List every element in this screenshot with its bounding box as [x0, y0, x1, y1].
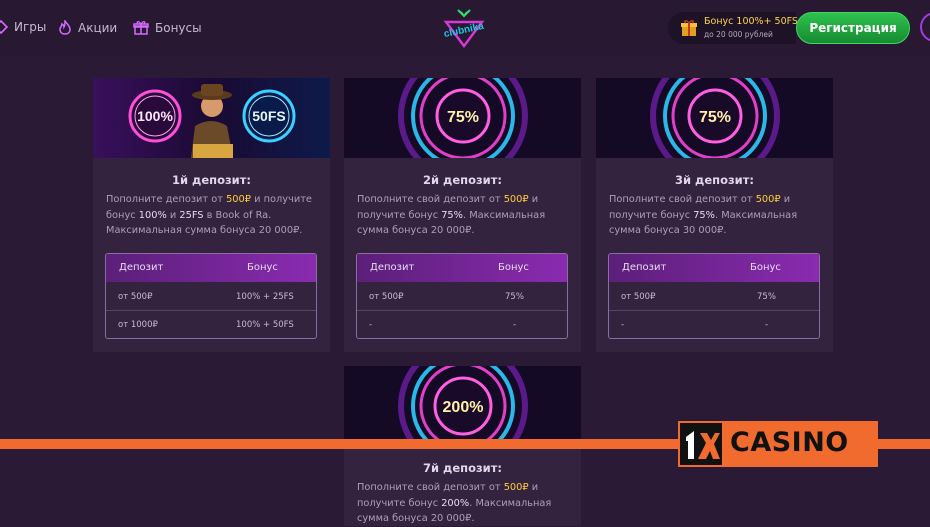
- nav-item-promotions-label: Акции: [78, 20, 118, 35]
- description-fragment: Пополните свой депозит от: [609, 194, 756, 205]
- logo-wordmark: clubnika: [443, 21, 485, 40]
- welcome-bonus-subtitle: до 20 000 рублей: [704, 30, 773, 39]
- table-cell-bonus: 75%: [757, 292, 776, 302]
- card-title-1: 1й депозит:: [171, 173, 251, 187]
- table-cell-bonus: 100% + 50FS: [236, 320, 294, 330]
- flame-icon: [58, 20, 72, 35]
- card-banner-2: 75%: [344, 78, 581, 158]
- card-description-1: Пополните депозит от 500₽ и получите бон…: [106, 192, 320, 239]
- column-header-deposit: Депозит: [370, 262, 415, 273]
- table-cell-deposit: от 500₽: [118, 292, 153, 302]
- card-banner-3: 75%: [596, 78, 833, 158]
- card-banner-7: 200%: [344, 366, 581, 446]
- table-cell-bonus: 100% + 25FS: [236, 292, 294, 302]
- description-fragment: 25FS: [179, 209, 204, 221]
- description-fragment: 100%: [138, 209, 167, 221]
- card-description-2: Пополните свой депозит от 500₽ и получит…: [357, 192, 571, 239]
- table-cell-deposit: от 500₽: [369, 292, 404, 302]
- banner-badge: 75%: [699, 109, 731, 126]
- deposit-card-2: 75% 2й депозит: Пополните свой депозит о…: [344, 78, 581, 352]
- description-fragment: и: [166, 209, 180, 221]
- table-cell-deposit: от 500₽: [621, 292, 656, 302]
- bonus-table-2: Депозит Бонус от 500₽ 75% - -: [356, 253, 568, 339]
- banner-badge-50fs: 50FS: [252, 108, 285, 124]
- clubnika-logo[interactable]: clubnika: [438, 8, 490, 48]
- description-fragment: Пополните свой депозит от: [357, 194, 504, 205]
- brand-logo-icon: [680, 423, 722, 465]
- column-header-bonus: Бонус: [247, 262, 278, 273]
- table-divider: [106, 310, 316, 311]
- nav-item-bonuses[interactable]: Бонусы: [133, 20, 202, 35]
- nav-item-games[interactable]: Игры: [0, 20, 46, 34]
- nav-item-promotions[interactable]: Акции: [58, 20, 117, 35]
- deposit-card-3: 75% 3й депозит: Пополните свой депозит о…: [596, 78, 833, 352]
- watermark-text: CASINO: [730, 427, 849, 458]
- description-fragment: 500₽: [226, 194, 251, 205]
- nav-item-games-label: Игры: [14, 20, 47, 34]
- description-fragment: 200%: [441, 497, 470, 509]
- banner-badge: 200%: [443, 399, 484, 416]
- description-fragment: Максимальная сумма бонуса 20 000₽.: [106, 225, 303, 236]
- banner-badge: 75%: [447, 109, 479, 126]
- card-title-2: 2й депозит:: [422, 173, 502, 187]
- column-header-bonus: Бонус: [498, 262, 529, 273]
- gift-box-icon: [680, 19, 698, 41]
- deposit-card-1: 100% 50FS 1й депозит: Пополните депозит …: [93, 78, 330, 352]
- card-description-3: Пополните свой депозит от 500₽ и получит…: [609, 192, 823, 239]
- table-cell-deposit: -: [621, 320, 625, 330]
- login-button[interactable]: [920, 12, 930, 42]
- bonus-table-3: Депозит Бонус от 500₽ 75% - -: [608, 253, 820, 339]
- bonus-table-1: Депозит Бонус от 500₽ 100% + 25FS от 100…: [105, 253, 317, 339]
- column-header-bonus: Бонус: [750, 262, 781, 273]
- description-fragment: 75%: [693, 209, 715, 221]
- description-fragment: 500₽: [503, 482, 529, 493]
- description-fragment: Пополните свой депозит от: [357, 482, 504, 493]
- description-fragment: 75%: [441, 209, 463, 221]
- description-fragment: 500₽: [503, 194, 529, 205]
- description-fragment: в Book of Ra.: [203, 209, 272, 221]
- table-cell-bonus: -: [765, 320, 769, 330]
- top-navigation-bar: Игры Акции Бонусы clubnika Бонус 100%+ 5…: [0, 0, 930, 56]
- watermark-badge: CASINO: [678, 421, 878, 467]
- column-header-deposit: Депозит: [622, 262, 667, 273]
- card-title-3: 3й депозит:: [674, 173, 754, 187]
- register-button[interactable]: Регистрация: [796, 12, 910, 44]
- games-icon: [0, 20, 8, 34]
- table-divider: [609, 310, 819, 311]
- nav-item-bonuses-label: Бонусы: [155, 20, 202, 35]
- table-cell-bonus: -: [513, 320, 517, 330]
- gift-icon: [133, 20, 149, 35]
- description-fragment: 500₽: [755, 194, 781, 205]
- description-fragment: Пополните депозит от: [106, 194, 227, 205]
- welcome-bonus-banner[interactable]: Бонус 100%+ 50FS до 20 000 рублей: [668, 12, 798, 44]
- welcome-bonus-title: Бонус 100%+ 50FS: [704, 16, 798, 27]
- column-header-deposit: Депозит: [119, 262, 164, 273]
- table-cell-deposit: -: [369, 320, 373, 330]
- card-banner-1: 100% 50FS: [93, 78, 330, 158]
- table-cell-bonus: 75%: [505, 292, 524, 302]
- card-title-7: 7й депозит:: [422, 461, 502, 475]
- table-cell-deposit: от 1000₽: [118, 320, 158, 330]
- banner-badge-100: 100%: [137, 108, 173, 124]
- table-divider: [357, 310, 567, 311]
